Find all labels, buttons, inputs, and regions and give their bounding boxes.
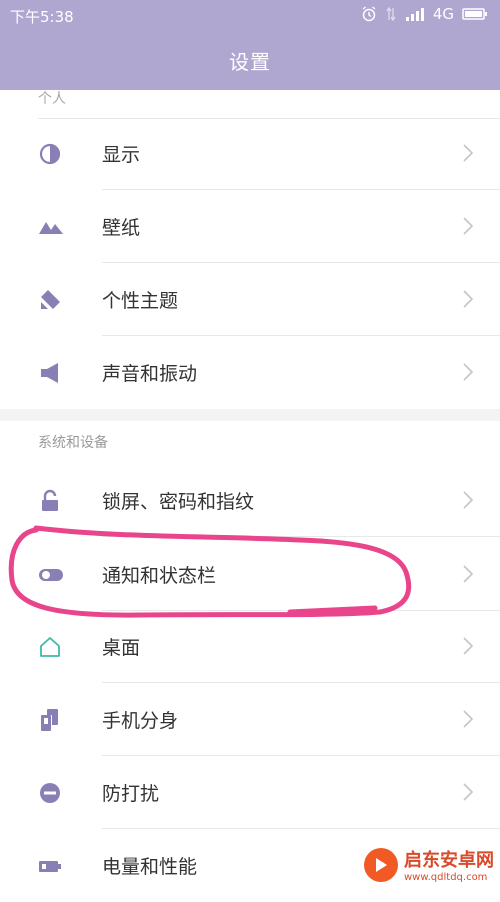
chevron-right-icon	[463, 710, 474, 728]
display-half-circle-icon	[39, 143, 61, 165]
do-not-disturb-icon	[40, 783, 60, 803]
section-header-system: 系统和设备	[38, 435, 108, 451]
status-icons: 4G	[361, 5, 488, 23]
chevron-right-icon	[463, 637, 474, 655]
dual-phone-icon	[41, 709, 58, 731]
settings-item-label: 个性主题	[102, 290, 179, 312]
settings-item-label: 手机分身	[102, 710, 179, 732]
chevron-right-icon	[463, 565, 474, 583]
data-arrows-icon	[386, 6, 396, 22]
divider	[102, 262, 500, 263]
settings-item-do-not-disturb[interactable]: 防打扰	[0, 757, 500, 829]
chevron-right-icon	[463, 290, 474, 308]
signal-icon	[405, 8, 424, 21]
speaker-icon	[41, 363, 58, 383]
section-divider	[0, 409, 500, 421]
highlight-annotation	[8, 525, 412, 618]
chevron-right-icon	[463, 217, 474, 235]
page-title: 设置	[229, 50, 271, 74]
divider	[102, 828, 500, 829]
chevron-right-icon	[463, 491, 474, 509]
settings-item-second-space[interactable]: 手机分身	[0, 684, 500, 756]
watermark: 启东安卓网 www.qdltdq.com	[364, 846, 494, 883]
home-icon	[40, 637, 60, 657]
watermark-title: 启东安卓网	[404, 850, 494, 871]
settings-item-label: 防打扰	[102, 783, 160, 805]
settings-item-label: 声音和振动	[102, 363, 198, 385]
settings-item-sound[interactable]: 声音和振动	[0, 337, 500, 409]
divider	[102, 335, 500, 336]
settings-item-label: 锁屏、密码和指纹	[102, 491, 255, 513]
paint-brush-icon	[41, 290, 60, 309]
settings-item-display[interactable]: 显示	[0, 118, 500, 190]
divider	[38, 118, 500, 119]
chevron-right-icon	[463, 783, 474, 801]
section-header-personal: 个人	[38, 91, 66, 107]
settings-item-label: 壁纸	[102, 217, 141, 239]
settings-item-label: 显示	[102, 144, 141, 166]
mountain-icon	[39, 222, 63, 234]
battery-status-icon	[462, 8, 487, 20]
settings-item-wallpaper[interactable]: 壁纸	[0, 191, 500, 263]
divider	[102, 682, 500, 683]
chevron-right-icon	[463, 144, 474, 162]
settings-item-theme[interactable]: 个性主题	[0, 264, 500, 336]
watermark-logo-icon	[364, 847, 398, 882]
chevron-right-icon	[463, 363, 474, 381]
battery-icon	[39, 861, 61, 872]
alarm-icon	[362, 6, 376, 22]
divider	[102, 189, 500, 190]
divider	[102, 755, 500, 756]
status-time: 下午5:38	[10, 8, 74, 26]
network-type: 4G	[432, 5, 454, 23]
watermark-url: www.qdltdq.com	[404, 872, 488, 883]
settings-item-label: 电量和性能	[102, 856, 198, 878]
app-bar: 设置	[0, 30, 500, 90]
lock-icon	[42, 489, 58, 511]
settings-item-label: 桌面	[102, 637, 141, 659]
status-bar: 下午5:38 4G	[0, 0, 500, 30]
